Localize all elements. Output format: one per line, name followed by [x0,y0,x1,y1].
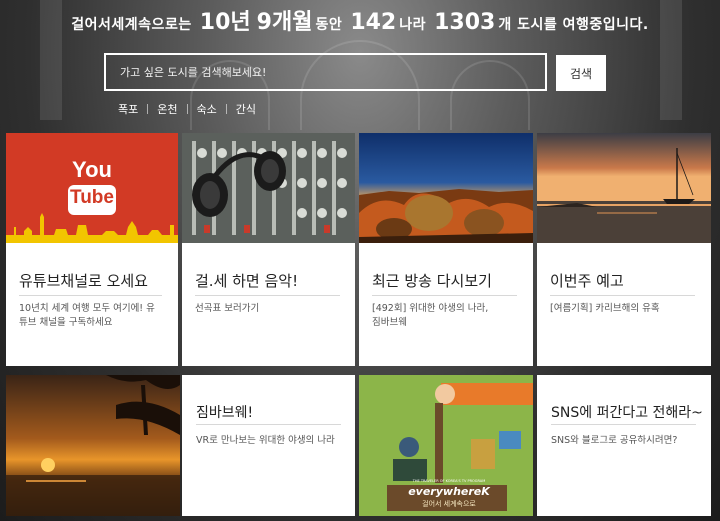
city-search-input[interactable] [104,53,547,91]
card-title: 이번주 예고 [550,272,624,290]
everywherek-logo-text: everywhereK [408,485,490,498]
landmarks-skyline-icon [6,213,178,243]
divider [225,104,227,114]
card-sns-share[interactable]: SNS에 퍼간다고 전해라~ SNS와 블로그로 공유하시려면? [537,375,711,516]
headphones-mixer-image [182,133,355,243]
years-count: 10년 [199,10,251,35]
savanna-landscape-image [359,133,533,243]
mixer-headphones-thumbnail [182,133,355,243]
card-description: 선곡표 보러가기 [195,303,260,314]
card-divider [372,295,517,296]
card-divider [19,295,162,296]
card-description: 10년치 세계 여행 모두 여기에! 유튜브 채널을 구독하세요 [19,303,155,328]
card-youtube-channel[interactable]: You Tube 유튜브채널로 오세요 10년치 세계 여행 모두 여기에! 유… [6,133,178,366]
card-music[interactable]: 걸.세 하면 음악! 선곡표 보러가기 [182,133,355,366]
card-recent-broadcast[interactable]: 최근 방송 다시보기 [492회] 위대한 야생의 나라, 짐바브웨 [359,133,533,366]
card-title: 최근 방송 다시보기 [372,272,492,290]
card-title: 짐바브웨! [196,405,254,421]
sunset-sailboat-thumbnail [537,133,711,243]
card-divider [196,424,341,425]
divider [147,104,149,114]
travel-stats-headline: 걸어서세계속으로는 10년 9개월 동안 142 나라 1303 개 도시를 여행중입니… [0,4,720,36]
card-zimbabwe-vr[interactable]: 짐바브웨! VR로 만나보는 위대한 야생의 나라 [182,375,355,516]
youtube-logo-text: Tube [70,187,114,208]
card-title: 걸.세 하면 음악! [195,272,299,290]
headline-text: 나라 [399,17,427,33]
card-divider [195,295,340,296]
zimbabwe-sunset-image[interactable] [6,375,180,516]
program-logo-text: 걸어서 세계속으로 [422,500,476,508]
quick-links: 폭포 온천 숙소 간식 [118,101,256,117]
divider [186,104,188,114]
quick-link-waterfall[interactable]: 폭포 [118,101,138,117]
countries-count: 142 [350,10,397,35]
card-description: VR로 만나보는 위대한 야생의 나라 [196,435,335,446]
headline-text: 걸어서세계속으로는 [71,17,192,33]
card-description: SNS와 블로그로 공유하시려면? [551,435,678,446]
card-description: [492회] 위대한 야생의 나라, 짐바브웨 [372,303,489,328]
sunset-sea-image [537,133,711,243]
card-weekly-preview[interactable]: 이번주 예고 [여름기획] 카리브해의 유혹 [537,133,711,366]
headline-text: 개 도시를 여행중입니다. [498,17,649,33]
youtube-thumbnail: You Tube [6,133,178,243]
sns-logo-tagline: THE TRAVELER OF KOREA'S TV PROGRAM [412,479,486,483]
zimbabwe-sunset-photo [6,375,180,516]
card-divider [551,424,696,425]
card-title: SNS에 퍼간다고 전해라~ [551,405,703,421]
search-button[interactable]: 검색 [556,55,606,91]
quick-link-snacks[interactable]: 간식 [236,101,256,117]
card-divider [550,295,695,296]
sns-share-image[interactable]: THE TRAVELER OF KOREA'S TV PROGRAM every… [359,375,533,516]
quick-link-hot-spring[interactable]: 온천 [157,101,177,117]
youtube-logo-text: You [72,157,112,182]
card-title: 유튜브채널로 오세요 [19,272,148,290]
savanna-rocks-thumbnail [359,133,533,243]
months-count: 9개월 [256,10,313,35]
card-description: [여름기획] 카리브해의 유혹 [550,303,660,314]
headline-text: 동안 [315,17,343,33]
quick-link-lodging[interactable]: 숙소 [197,101,217,117]
cities-count: 1303 [434,10,496,35]
